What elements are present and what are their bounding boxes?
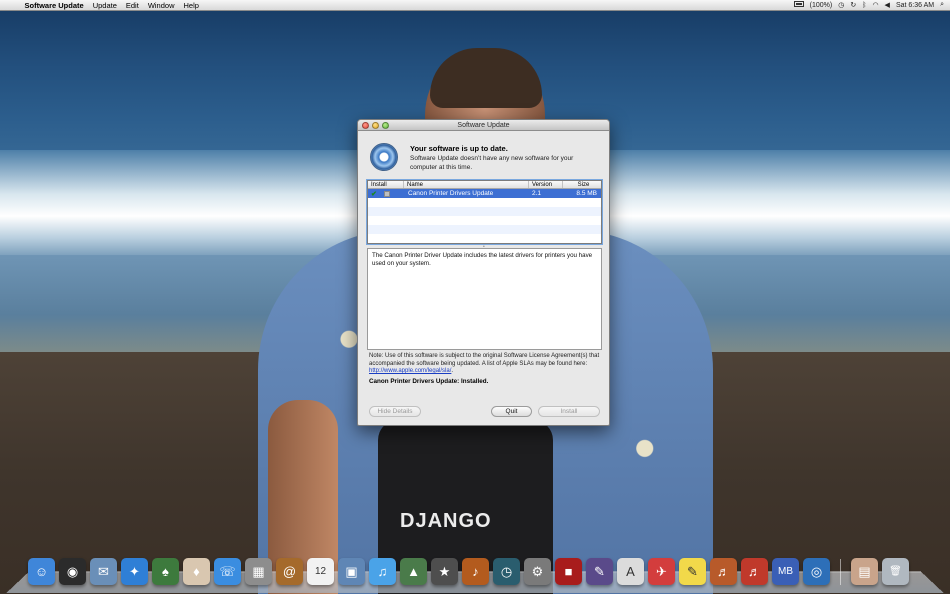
font-book-icon[interactable]: A [617,558,644,585]
calculator-icon[interactable]: ▦ [245,558,272,585]
package-icon [383,190,390,197]
license-link[interactable]: http://www.apple.com/legal/sla/ [369,368,451,374]
time-machine-menu-icon[interactable]: ◷ [838,1,844,9]
menubar-status-area: (100%) ◷ ↻ ᛒ ◠ ◀ Sat 6:36 AM ⌕ [793,1,950,9]
quit-button[interactable]: Quit [491,406,532,417]
menu-app-software-update[interactable]: Software Update [20,1,88,10]
menu-edit[interactable]: Edit [121,1,143,10]
wallpaper-shirt-text: DJANGO [400,510,492,532]
finder-icon[interactable]: ☺ [28,558,55,585]
stickies-icon[interactable]: ✎ [679,558,706,585]
software-update-window: Software Update Your software is up to d… [357,119,610,426]
dock-separator [840,559,841,585]
window-title: Software Update [457,121,510,129]
empty-row [368,225,601,234]
spotlight-icon[interactable]: ⌕ [940,1,944,9]
guitar-app-2-icon[interactable]: ♬ [741,558,768,585]
column-header-name[interactable]: Name [404,181,529,188]
safari-icon[interactable]: ✦ [121,558,148,585]
license-note-text: Note: Use of this software is subject to… [369,353,600,367]
paint-icon[interactable]: ✎ [586,558,613,585]
hide-details-button[interactable]: Hide Details [369,406,421,417]
table-row[interactable]: ✔ Canon Printer Drivers Update 2.1 8.5 M… [368,189,601,198]
software-update-icon[interactable]: ◎ [803,558,830,585]
updates-table[interactable]: Install Name Version Size ✔ Canon Printe… [366,179,603,245]
update-name: Canon Printer Drivers Update [408,190,494,197]
dock: ☺ ◉ ✉ ✦ ♠ ♦ ☏ ▦ @12 ▣ ♫ ▲ ★ ♪ ◷ ⚙ ■ ✎ A ✈ ✎ ♬ ♬ MB ◎ ▤ 🗑 [28,553,909,585]
install-checkbox[interactable]: ✔ [371,190,377,198]
empty-row [368,216,601,225]
empty-row [368,207,601,216]
trash-icon[interactable]: 🗑 [882,558,909,585]
update-description: The Canon Printer Driver Update includes… [367,248,602,350]
status-heading: Your software is up to date. [410,144,508,153]
mail-stamp-icon[interactable]: ✉ [90,558,117,585]
install-cell[interactable]: ✔ [368,190,404,198]
guitar-app-icon[interactable]: ♬ [710,558,737,585]
update-version: 2.1 [532,190,542,197]
mb-icon[interactable]: MB [772,558,799,585]
update-size: 8.5 MB [576,190,597,197]
menu-update[interactable]: Update [88,1,121,10]
garageband-icon[interactable]: ♪ [462,558,489,585]
zoom-button[interactable] [382,122,389,129]
software-update-icon [370,143,398,171]
column-header-version[interactable]: Version [529,181,563,188]
system-preferences-icon[interactable]: ⚙ [524,558,551,585]
license-note: Note: Use of this software is subject to… [369,353,600,374]
ichat-icon[interactable]: ☏ [214,558,241,585]
hair-dryer-icon[interactable]: ✈ [648,558,675,585]
volume-icon[interactable]: ◀ [885,1,890,9]
clock[interactable]: Sat 6:36 AM [896,2,934,9]
install-status: Canon Printer Drivers Update: Installed. [369,378,489,385]
dashboard-icon[interactable]: ◉ [59,558,86,585]
window-controls [362,122,389,129]
imovie-star-icon[interactable]: ★ [431,558,458,585]
minimize-button[interactable] [372,122,379,129]
address-book-icon[interactable]: @ [276,558,303,585]
sync-icon[interactable]: ↻ [850,1,856,9]
ical-icon[interactable]: 12 [307,558,334,585]
solitaire-icon[interactable]: ♠ [152,558,179,585]
itunes-icon[interactable]: ♫ [369,558,396,585]
battery-icon[interactable] [793,1,804,9]
time-machine-icon[interactable]: ◷ [493,558,520,585]
menu-window[interactable]: Window [143,1,179,10]
install-button[interactable]: Install [538,406,600,417]
cards-icon[interactable]: ♦ [183,558,210,585]
empty-row [368,198,601,207]
wifi-icon[interactable]: ◠ [872,1,878,9]
table-header: Install Name Version Size [368,181,601,189]
status-subtext: Software Update doesn’t have any new sof… [410,155,574,171]
downloads-stack-icon[interactable]: ▤ [851,558,878,585]
menubar: Software Update Update Edit Window Help … [0,0,950,11]
battery-percent: (100%) [809,1,833,9]
iphoto-icon[interactable]: ▲ [400,558,427,585]
menu-help[interactable]: Help [179,1,203,10]
close-button[interactable] [362,122,369,129]
column-header-install[interactable]: Install [368,181,404,188]
photo-booth-icon[interactable]: ■ [555,558,582,585]
window-titlebar[interactable]: Software Update [358,120,609,131]
photo-viewer-icon[interactable]: ▣ [338,558,365,585]
column-header-size[interactable]: Size [563,181,601,188]
bluetooth-icon[interactable]: ᛒ [862,2,866,9]
